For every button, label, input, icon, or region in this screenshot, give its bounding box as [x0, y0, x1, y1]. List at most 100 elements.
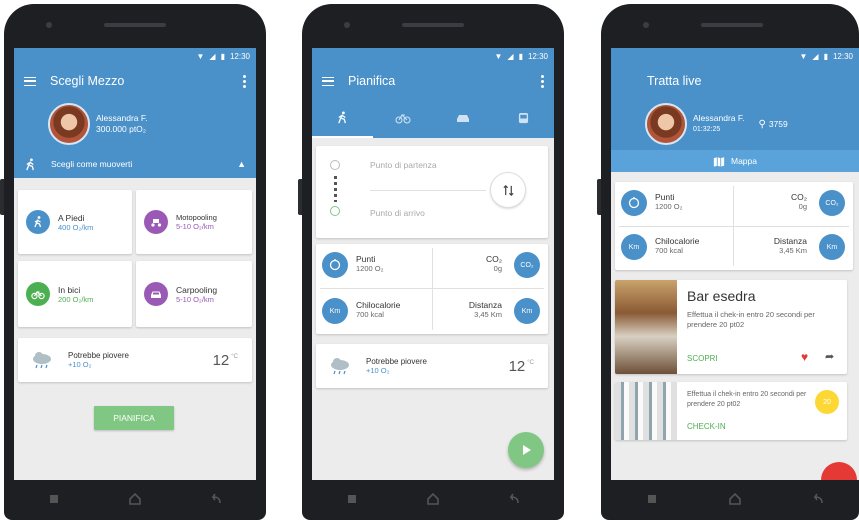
- scooter-icon: [144, 210, 168, 234]
- co2-badge: CO₂: [514, 252, 540, 278]
- mode-value: 200 O₂/km: [58, 294, 94, 304]
- action-fab[interactable]: [821, 462, 857, 480]
- back-icon[interactable]: [810, 491, 826, 507]
- mode-label: Carpooling: [176, 284, 218, 295]
- tab-car[interactable]: [433, 98, 494, 138]
- avatar[interactable]: [48, 103, 90, 145]
- status-time: 12:30: [229, 51, 250, 61]
- start-input[interactable]: Punto di partenza: [370, 160, 488, 170]
- distance-value: 3,45 Km: [474, 310, 502, 319]
- swap-button[interactable]: [490, 172, 526, 208]
- page-title: Scegli Mezzo: [50, 74, 125, 88]
- home-icon[interactable]: [727, 491, 743, 507]
- points-label: Punti: [655, 192, 675, 202]
- signal-icon: ◢: [812, 51, 819, 61]
- page-title: Tratta live: [647, 74, 702, 88]
- status-time: 12:30: [527, 51, 548, 61]
- co2-badge: CO₂: [819, 190, 845, 216]
- mode-card-carpooling[interactable]: Carpooling 5-10 O₂/km: [136, 261, 252, 327]
- share-icon[interactable]: ➦: [825, 350, 834, 363]
- mode-value: 400 O₂/km: [58, 222, 94, 232]
- tab-bike[interactable]: [373, 98, 434, 138]
- wifi-icon: ▼: [799, 51, 808, 61]
- mode-card-motopooling[interactable]: Motopooling 5-10 O₂/km: [136, 190, 252, 254]
- phone-tratta-live: ▼ ◢ ▮ 12:30 Tratta live Alessandra F. 01…: [597, 4, 859, 520]
- mode-label: A Piedi: [58, 212, 85, 223]
- user-name: Alessandra F.: [96, 113, 148, 123]
- co2-value: 0g: [798, 202, 807, 211]
- battery-icon: ▮: [823, 51, 828, 61]
- tab-bus[interactable]: [494, 98, 555, 138]
- wifi-icon: ▼: [196, 51, 205, 61]
- plan-button[interactable]: PIANIFICA: [94, 406, 174, 430]
- choose-transport-label: Scegli come muoverti: [51, 159, 133, 169]
- route-dots-icon: [333, 176, 337, 202]
- weather-card: Potrebbe piovere +10 O₂ 12 °C: [18, 338, 252, 382]
- weather-bonus: +10 O₂: [366, 366, 390, 375]
- weather-text: Potrebbe piovere: [68, 351, 129, 360]
- chevron-up-icon[interactable]: ▲: [237, 159, 246, 169]
- points-icon: [322, 252, 348, 278]
- back-icon[interactable]: [208, 491, 224, 507]
- recent-apps-icon[interactable]: [344, 491, 360, 507]
- route-card: Punto di partenza Punto di arrivo: [316, 146, 548, 238]
- co2-value: 0g: [493, 264, 502, 273]
- checkin-button[interactable]: CHECK-IN: [687, 422, 726, 431]
- map-button[interactable]: Mappa: [611, 150, 859, 172]
- bicycle-icon: [26, 282, 50, 306]
- kcal-label: Chilocalorie: [356, 300, 401, 310]
- kcal-value: 700 kcal: [356, 310, 384, 319]
- avatar[interactable]: [645, 103, 687, 145]
- more-options-icon[interactable]: [242, 74, 246, 88]
- place-description: Effettua il chek-in entro 20 secondi per…: [687, 310, 815, 329]
- mode-card-walk[interactable]: A Piedi 400 O₂/km: [18, 190, 132, 254]
- km-badge: Km: [621, 234, 647, 260]
- points-badge: 20: [815, 390, 839, 414]
- android-navbar: [312, 482, 554, 516]
- km-badge: Km: [819, 234, 845, 260]
- end-input[interactable]: Punto di arrivo: [370, 208, 488, 218]
- distance-value: 3,45 Km: [779, 246, 807, 255]
- recent-apps-icon[interactable]: [644, 491, 660, 507]
- home-icon[interactable]: [127, 491, 143, 507]
- weather-unit: °C: [231, 354, 238, 360]
- back-icon[interactable]: [506, 491, 522, 507]
- rain-cloud-icon: [331, 358, 349, 375]
- more-options-icon[interactable]: [540, 74, 544, 88]
- mode-value: 5-10 O₂/km: [176, 222, 214, 231]
- end-marker-icon: [330, 206, 340, 216]
- walking-icon: [26, 210, 50, 234]
- heart-icon[interactable]: ♥: [801, 350, 808, 364]
- app-bar: Scegli Mezzo: [14, 64, 256, 98]
- walking-icon: [337, 110, 346, 123]
- distance-label: Distanza: [468, 300, 502, 310]
- offer-photo: [615, 382, 677, 440]
- phone-scegli-mezzo: ▼ ◢ ▮ 12:30 Scegli Mezzo Alessandra F. 3…: [0, 4, 266, 520]
- user-points: 300.000 ptO₂: [96, 124, 147, 134]
- weather-unit: °C: [527, 360, 534, 366]
- discover-button[interactable]: SCOPRI: [687, 354, 718, 363]
- menu-icon[interactable]: [322, 76, 334, 86]
- screen: ▼ ◢ ▮ 12:30 Tratta live Alessandra F. 01…: [611, 48, 859, 480]
- place-card[interactable]: Bar esedra Effettua il chek-in entro 20 …: [615, 280, 847, 374]
- offer-card[interactable]: Effettua il chek-in entro 20 secondi per…: [615, 382, 847, 440]
- battery-icon: ▮: [518, 51, 523, 61]
- user-name: Alessandra F.: [693, 113, 745, 123]
- android-navbar: [14, 482, 256, 516]
- start-marker-icon: [330, 160, 340, 170]
- mode-value: 5-10 O₂/km: [176, 294, 214, 304]
- mode-card-bike[interactable]: In bici 200 O₂/km: [18, 261, 132, 327]
- km-badge: Km: [322, 298, 348, 324]
- tab-walk[interactable]: [312, 98, 373, 138]
- start-fab[interactable]: [508, 432, 544, 468]
- choose-transport-bar[interactable]: Scegli come muoverti ▲: [14, 150, 256, 178]
- menu-icon[interactable]: [24, 76, 36, 86]
- recent-apps-icon[interactable]: [46, 491, 62, 507]
- bus-icon: [519, 112, 529, 123]
- transport-tabs: [312, 98, 554, 138]
- location-count: 3759: [768, 119, 788, 129]
- home-icon[interactable]: [425, 491, 441, 507]
- points-value: 1200 O₂: [655, 202, 683, 211]
- car-icon: [144, 282, 168, 306]
- profile-header: Alessandra F. 01:32:25 ⚲ 3759: [611, 98, 859, 150]
